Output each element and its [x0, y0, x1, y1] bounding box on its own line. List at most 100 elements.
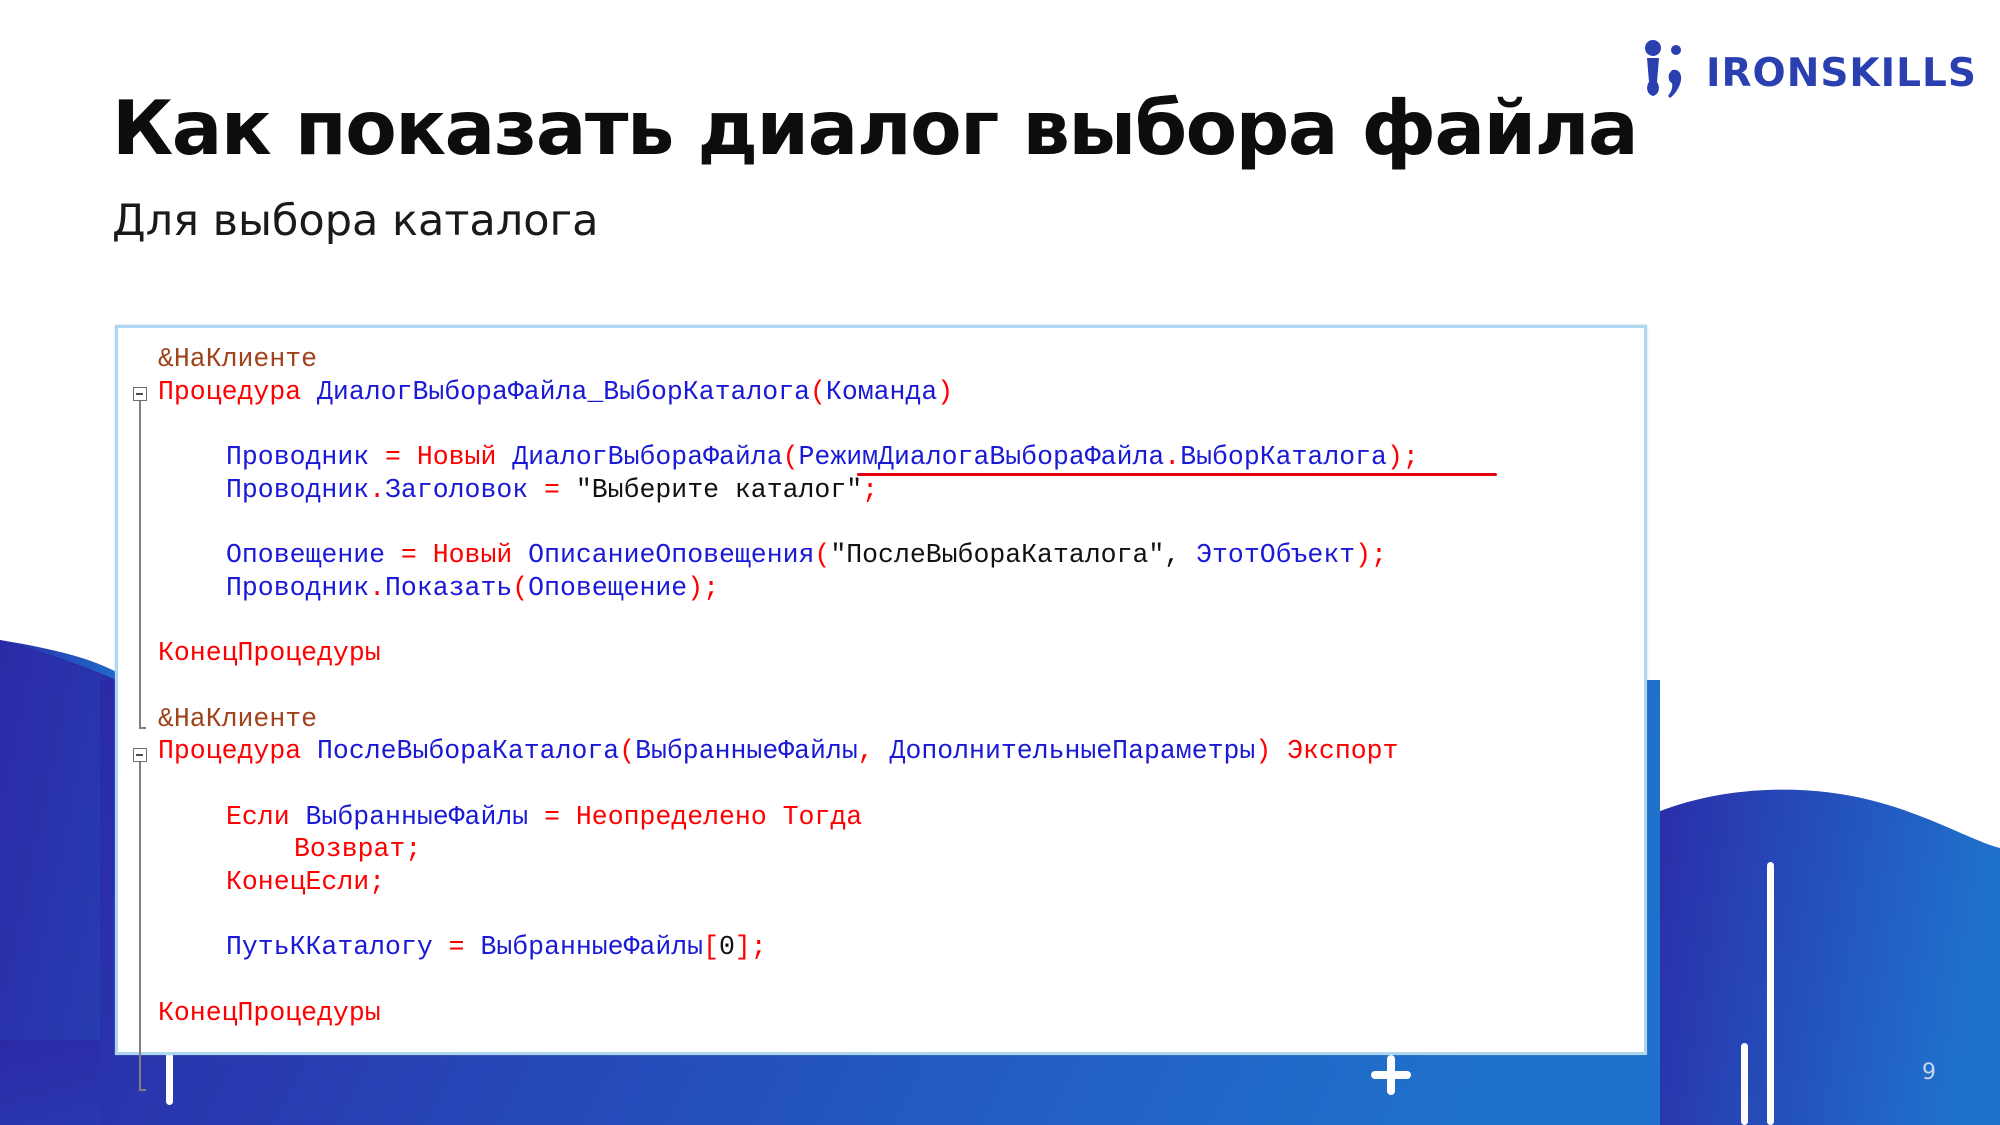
operator: =	[528, 474, 576, 505]
punct: ;	[862, 474, 879, 505]
punct: .	[369, 474, 386, 505]
punct: );	[687, 572, 720, 603]
variable: ПутьККаталогу	[226, 932, 433, 963]
punct: )	[1255, 736, 1272, 767]
code-line: &НаКлиенте	[158, 703, 1419, 736]
fold-collapse-icon[interactable]	[133, 387, 147, 401]
variable: ЭтотОбъект	[1196, 540, 1356, 571]
operator: =	[385, 540, 433, 571]
keyword: Неопределено	[575, 801, 767, 832]
punct: .	[1164, 442, 1181, 473]
slide-subtitle: Для выбора каталога	[112, 196, 599, 246]
procedure-name: ПослеВыбораКаталога	[317, 736, 620, 767]
brand-name: IRONSKILLS	[1706, 50, 1977, 96]
punct: )	[937, 376, 954, 407]
decor-line-right-tall	[1767, 862, 1774, 1125]
fold-guide-end	[139, 727, 146, 729]
keyword: Новый	[416, 442, 497, 473]
ironskills-logo-icon	[1645, 40, 1682, 98]
keyword: Если	[226, 801, 290, 832]
decor-line-left	[166, 1050, 173, 1105]
variable: ВыбранныеФайлы	[305, 801, 529, 832]
punct: .	[369, 572, 386, 603]
punct: (	[782, 442, 799, 473]
variable: Проводник	[226, 572, 370, 603]
string-literal: "ПослеВыбораКаталога"	[830, 540, 1165, 571]
punct: (	[512, 572, 529, 603]
enum-value: ВыборКаталога	[1180, 442, 1387, 473]
code-line: Проводник.Показать(Оповещение);	[158, 572, 1419, 605]
variable: Проводник	[226, 442, 370, 473]
code-block: &НаКлиенте Процедура ДиалогВыбораФайла_В…	[158, 343, 1419, 1029]
keyword: Тогда	[782, 801, 863, 832]
property: Заголовок	[385, 474, 529, 505]
punct: (	[814, 540, 831, 571]
punct: ];	[734, 932, 767, 963]
code-line: Возврат;	[158, 833, 1419, 866]
code-line: КонецЕсли;	[158, 866, 1419, 899]
parameter: Команда	[825, 376, 938, 407]
code-line: ПутьККаталогу = ВыбранныеФайлы[0];	[158, 931, 1419, 964]
variable: Проводник	[226, 474, 370, 505]
punct: (	[810, 376, 826, 407]
punct: );	[1386, 442, 1419, 473]
punct: (	[619, 736, 636, 767]
keyword: Возврат	[294, 834, 406, 865]
keyword: Процедура	[158, 376, 302, 407]
punct: );	[1355, 540, 1387, 571]
code-line: Проводник = Новый ДиалогВыбораФайла(Режи…	[158, 441, 1419, 474]
code-screenshot: &НаКлиенте Процедура ДиалогВыбораФайла_В…	[115, 325, 1647, 1091]
variable: Оповещение	[226, 540, 386, 571]
keyword: КонецЕсли	[226, 867, 370, 897]
directive: &НаКлиенте	[158, 703, 318, 734]
procedure-name: ДиалогВыбораФайла_ВыборКаталога	[317, 376, 811, 407]
code-line: &НаКлиенте	[158, 343, 1419, 376]
code-line: Процедура ПослеВыбораКаталога(ВыбранныеФ…	[158, 735, 1419, 768]
code-line: КонецПроцедуры	[158, 637, 1419, 670]
fold-guide-line	[139, 762, 141, 1089]
method-name: Показать	[385, 572, 513, 603]
number-literal: 0	[719, 932, 735, 963]
parameter: ВыбранныеФайлы	[635, 736, 858, 767]
punct: ,	[857, 736, 890, 767]
decor-plus-horizontal	[1371, 1071, 1411, 1079]
keyword: КонецПроцедуры	[158, 638, 381, 669]
string-literal: "Выберите каталог"	[575, 474, 863, 505]
punct: [	[703, 932, 719, 963]
parameter: ДополнительныеПараметры	[889, 736, 1256, 767]
page-number: 9	[1922, 1060, 1936, 1085]
operator: =	[432, 932, 481, 963]
brand-logo: IRONSKILLS	[1640, 38, 1977, 108]
code-line: Если ВыбранныеФайлы = Неопределено Тогда	[158, 801, 1419, 834]
code-line: КонецПроцедуры	[158, 997, 1419, 1030]
decor-line-right-short	[1741, 1043, 1748, 1125]
code-line: Проводник.Заголовок = "Выберите каталог"…	[158, 474, 1419, 507]
fold-guide-end	[139, 1089, 146, 1091]
punct: ;	[369, 867, 386, 897]
variable: Оповещение	[528, 572, 688, 603]
type-name: ОписаниеОповещения	[528, 540, 815, 571]
punct: ,	[1164, 540, 1197, 571]
enum-name: РежимДиалогаВыбораФайла	[798, 442, 1165, 473]
fold-collapse-icon[interactable]	[133, 748, 147, 762]
punct: ;	[405, 834, 422, 865]
keyword: КонецПроцедуры	[158, 997, 381, 1028]
directive: &НаКлиенте	[158, 344, 318, 374]
keyword: Экспорт	[1287, 736, 1399, 767]
slide-title: Как показать диалог выбора файла	[112, 84, 1639, 172]
code-line: Оповещение = Новый ОписаниеОповещения("П…	[158, 539, 1419, 572]
keyword: Процедура	[158, 736, 302, 767]
keyword: Новый	[432, 540, 513, 571]
operator: =	[369, 442, 417, 473]
operator: =	[528, 801, 576, 832]
fold-guide-line	[139, 401, 141, 727]
code-line: Процедура ДиалогВыбораФайла_ВыборКаталог…	[158, 376, 1419, 409]
variable: ВыбранныеФайлы	[480, 932, 704, 963]
